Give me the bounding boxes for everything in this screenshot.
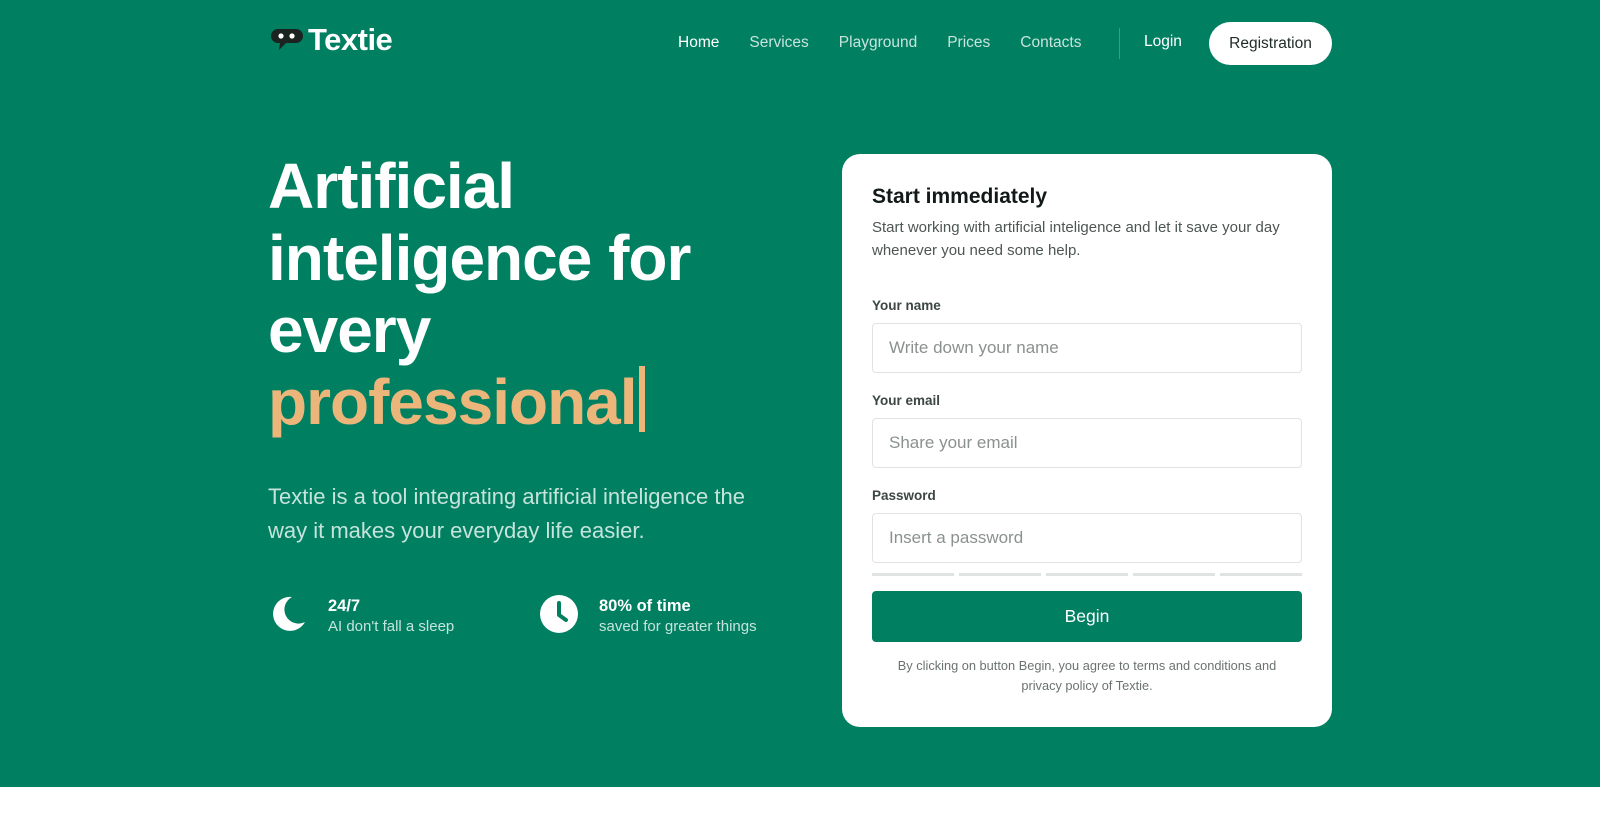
nav-prices[interactable]: Prices	[947, 34, 990, 52]
main-nav: Home Services Playground Prices Contacts	[678, 30, 1111, 56]
card-description: Start working with artificial inteligenc…	[872, 219, 1280, 259]
strength-segment	[872, 573, 954, 576]
feature-title: 24/7	[328, 597, 361, 615]
strength-segment	[959, 573, 1041, 576]
nav-contacts[interactable]: Contacts	[1020, 34, 1081, 52]
hero-subtext: Textie is a tool integrating artificial …	[268, 484, 745, 543]
email-label: Your email	[872, 393, 941, 408]
strength-segment	[1133, 573, 1215, 576]
card-title: Start immediately	[872, 185, 1048, 208]
name-label: Your name	[872, 298, 941, 313]
headline-line-1: Artificial	[268, 150, 515, 222]
headline-line-3: every	[268, 294, 431, 366]
feature-time-saved: 80% of time saved for greater things	[539, 594, 757, 640]
strength-segment	[1046, 573, 1128, 576]
registration-button[interactable]: Registration	[1209, 22, 1332, 65]
feature-subtitle: saved for greater things	[599, 618, 757, 635]
typing-caret	[638, 366, 645, 432]
terms-notice: By clicking on button Begin, you agree t…	[897, 658, 1277, 693]
begin-button[interactable]: Begin	[872, 591, 1302, 642]
nav-playground[interactable]: Playground	[839, 34, 917, 52]
headline-line-2: inteligence for	[268, 222, 691, 294]
headline-accent-word: professional	[268, 366, 638, 438]
password-label: Password	[872, 488, 936, 503]
hero-headline: Artificial inteligence for every profess…	[268, 150, 788, 438]
password-input[interactable]	[872, 513, 1302, 563]
strength-segment	[1220, 573, 1302, 576]
feature-title: 80% of time	[599, 597, 691, 615]
password-strength-meter	[872, 573, 1302, 576]
name-input[interactable]	[872, 323, 1302, 373]
signup-card: Start immediately Start working with art…	[842, 154, 1332, 727]
clock-icon	[540, 595, 578, 633]
nav-divider	[1119, 28, 1120, 59]
moon-icon	[273, 596, 305, 631]
feature-availability: 24/7 AI don't fall a sleep	[268, 594, 454, 640]
login-link[interactable]: Login	[1144, 33, 1182, 51]
feature-subtitle: AI don't fall a sleep	[328, 618, 455, 635]
nav-services[interactable]: Services	[749, 34, 808, 52]
brand-logo[interactable]: Textie	[270, 21, 393, 59]
brand-name: Textie	[308, 22, 393, 57]
speech-bubble-icon	[271, 29, 303, 50]
hero-section: Textie Home Services Playground Prices C…	[0, 0, 1600, 787]
email-input[interactable]	[872, 418, 1302, 468]
nav-home[interactable]: Home	[678, 34, 719, 52]
